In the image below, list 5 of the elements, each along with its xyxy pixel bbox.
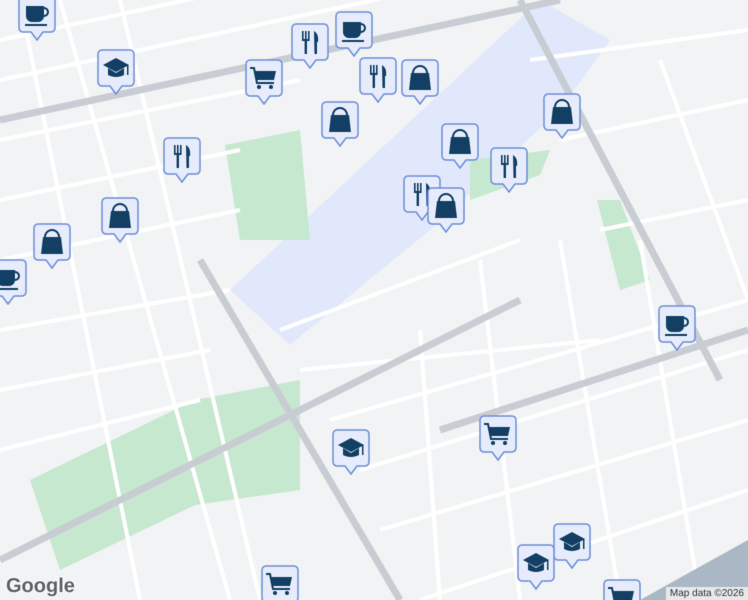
cup-pin-icon[interactable]	[0, 258, 28, 306]
map-logo: Google	[6, 575, 75, 598]
map-attribution: Map data ©2026	[666, 587, 748, 600]
cup-pin-icon[interactable]	[17, 0, 57, 42]
shopping-cart-pin-icon[interactable]	[260, 564, 300, 600]
